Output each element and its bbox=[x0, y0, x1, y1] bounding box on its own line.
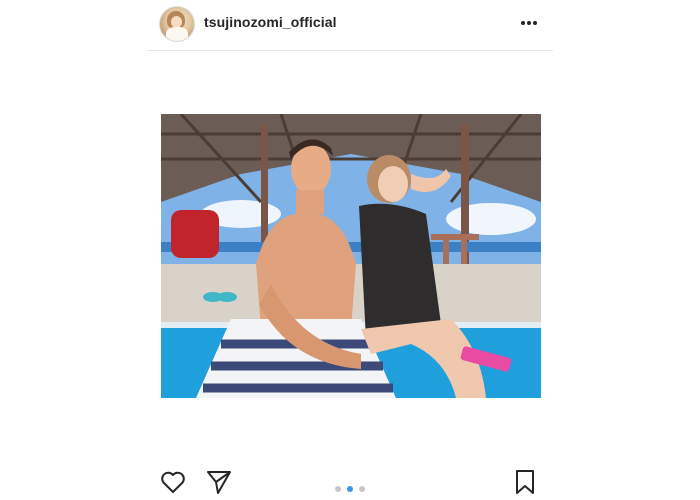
profile-avatar[interactable] bbox=[159, 6, 195, 42]
more-dot bbox=[527, 21, 531, 25]
paper-plane-icon[interactable] bbox=[205, 468, 233, 496]
photo-illustration bbox=[161, 114, 541, 398]
red-chair bbox=[171, 210, 219, 258]
bookmark-icon[interactable] bbox=[511, 468, 539, 496]
more-dot bbox=[533, 21, 537, 25]
carousel-dot-active[interactable] bbox=[347, 486, 353, 492]
carousel-dot[interactable] bbox=[335, 486, 341, 492]
post-actions bbox=[147, 462, 553, 500]
avatar-dress bbox=[166, 27, 188, 41]
post-photo[interactable] bbox=[161, 114, 541, 398]
heart-icon[interactable] bbox=[159, 468, 187, 496]
carousel-indicator bbox=[335, 486, 365, 492]
sandal bbox=[217, 292, 237, 302]
more-dot bbox=[521, 21, 525, 25]
post-header: tsujinozomi_official bbox=[147, 0, 553, 51]
more-options-button[interactable] bbox=[519, 14, 539, 32]
table bbox=[431, 234, 479, 240]
cloud bbox=[446, 203, 536, 235]
carousel-dot[interactable] bbox=[359, 486, 365, 492]
username-link[interactable]: tsujinozomi_official bbox=[204, 14, 337, 30]
instagram-post: tsujinozomi_official bbox=[0, 0, 700, 500]
